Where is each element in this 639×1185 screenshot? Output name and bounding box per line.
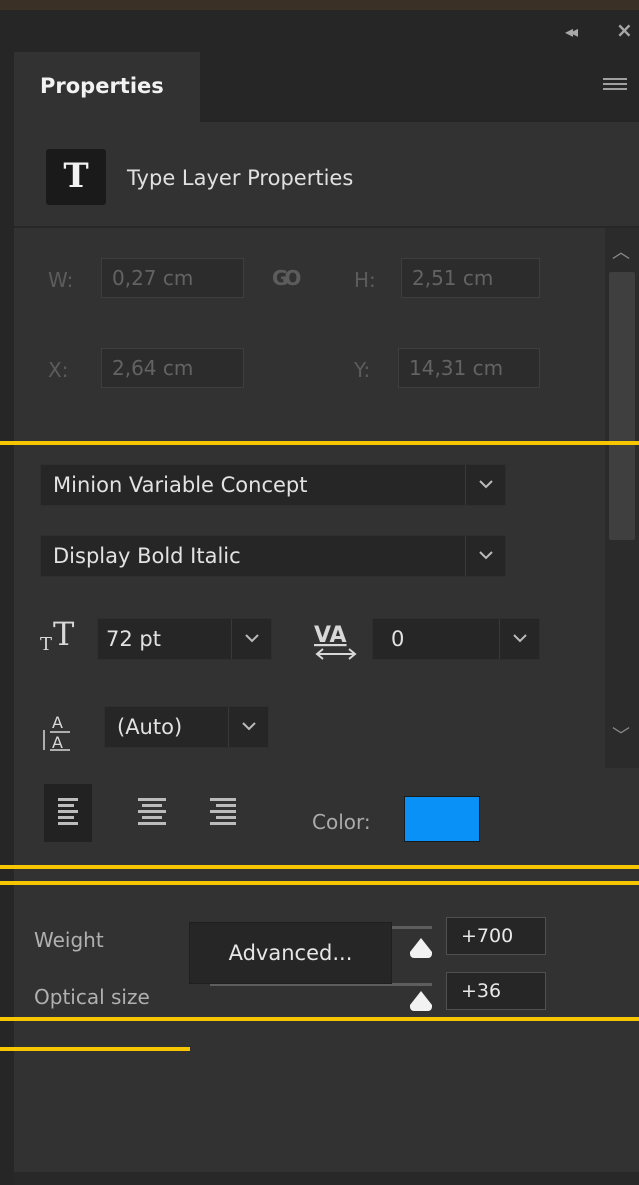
height-field[interactable]: 2,51 cm	[401, 258, 540, 298]
leading-icon: AA	[40, 708, 86, 758]
color-swatch[interactable]	[404, 796, 480, 842]
svg-text:T: T	[40, 634, 52, 654]
weight-slider-thumb-base[interactable]	[410, 952, 432, 958]
weight-slider-thumb[interactable]	[410, 938, 432, 952]
font-size-icon: TT	[40, 614, 86, 658]
y-field[interactable]: 14,31 cm	[398, 348, 540, 388]
panel-bottom-bar	[14, 1172, 639, 1185]
advanced-button[interactable]: Advanced...	[189, 922, 392, 984]
chevron-down-icon[interactable]	[231, 619, 271, 659]
scrollbar-thumb[interactable]	[609, 272, 635, 540]
leading-value: (Auto)	[117, 715, 183, 739]
svg-text:VA: VA	[314, 623, 347, 648]
link-icon[interactable]: GO	[272, 266, 301, 290]
weight-label: Weight	[34, 928, 104, 952]
align-center-button[interactable]	[128, 784, 176, 842]
panel-titlebar	[0, 10, 639, 52]
font-size-value: 72 pt	[106, 627, 161, 651]
y-label: Y:	[354, 358, 371, 382]
x-label: X:	[48, 358, 69, 382]
highlight-line	[0, 865, 639, 869]
section-divider	[14, 226, 639, 228]
optical-size-label: Optical size	[34, 985, 150, 1009]
optical-size-slider-thumb[interactable]	[410, 991, 432, 1005]
align-left-button[interactable]	[44, 784, 92, 842]
optical-size-value-field[interactable]: +36	[446, 972, 546, 1010]
width-label: W:	[48, 268, 74, 292]
svg-text:T: T	[53, 615, 75, 653]
panel-gutter	[0, 52, 14, 1185]
weight-value-field[interactable]: +700	[446, 917, 546, 955]
close-panel-icon[interactable]: ×	[616, 18, 633, 42]
font-size-select[interactable]: 72 pt	[97, 618, 272, 660]
section-title: Type Layer Properties	[127, 166, 354, 190]
font-family-select[interactable]: Minion Variable Concept	[40, 464, 506, 506]
chevron-down-icon[interactable]	[499, 619, 539, 659]
svg-text:A: A	[52, 713, 63, 732]
font-family-value: Minion Variable Concept	[53, 473, 308, 497]
tracking-icon: VA	[313, 620, 359, 670]
document-edge	[0, 0, 639, 10]
highlight-line	[0, 441, 639, 445]
font-style-select[interactable]: Display Bold Italic	[40, 535, 506, 577]
type-layer-icon: T	[46, 149, 106, 205]
leading-select[interactable]: (Auto)	[104, 706, 269, 748]
scroll-up-icon[interactable]: ︿	[612, 238, 630, 264]
chevron-down-icon[interactable]	[228, 707, 268, 747]
tracking-select[interactable]: 0	[372, 618, 540, 660]
color-label: Color:	[312, 810, 371, 834]
x-field[interactable]: 2,64 cm	[101, 348, 244, 388]
font-style-value: Display Bold Italic	[53, 544, 241, 568]
optical-size-slider-thumb-base[interactable]	[410, 1005, 432, 1011]
tab-properties-label[interactable]: Properties	[40, 74, 164, 98]
highlight-line	[0, 1047, 190, 1051]
svg-text:A: A	[52, 733, 63, 752]
panel-menu-icon[interactable]	[603, 78, 627, 94]
collapse-panel-icon[interactable]: ◂◂	[565, 22, 578, 41]
tracking-value: 0	[391, 627, 405, 651]
highlight-line	[0, 1017, 639, 1021]
chevron-down-icon[interactable]	[465, 465, 505, 505]
highlight-line	[0, 881, 639, 885]
align-right-button[interactable]	[200, 784, 248, 842]
chevron-down-icon[interactable]	[465, 536, 505, 576]
width-field[interactable]: 0,27 cm	[101, 258, 244, 298]
scroll-down-icon[interactable]: ﹀	[612, 722, 630, 748]
height-label: H:	[354, 268, 376, 292]
